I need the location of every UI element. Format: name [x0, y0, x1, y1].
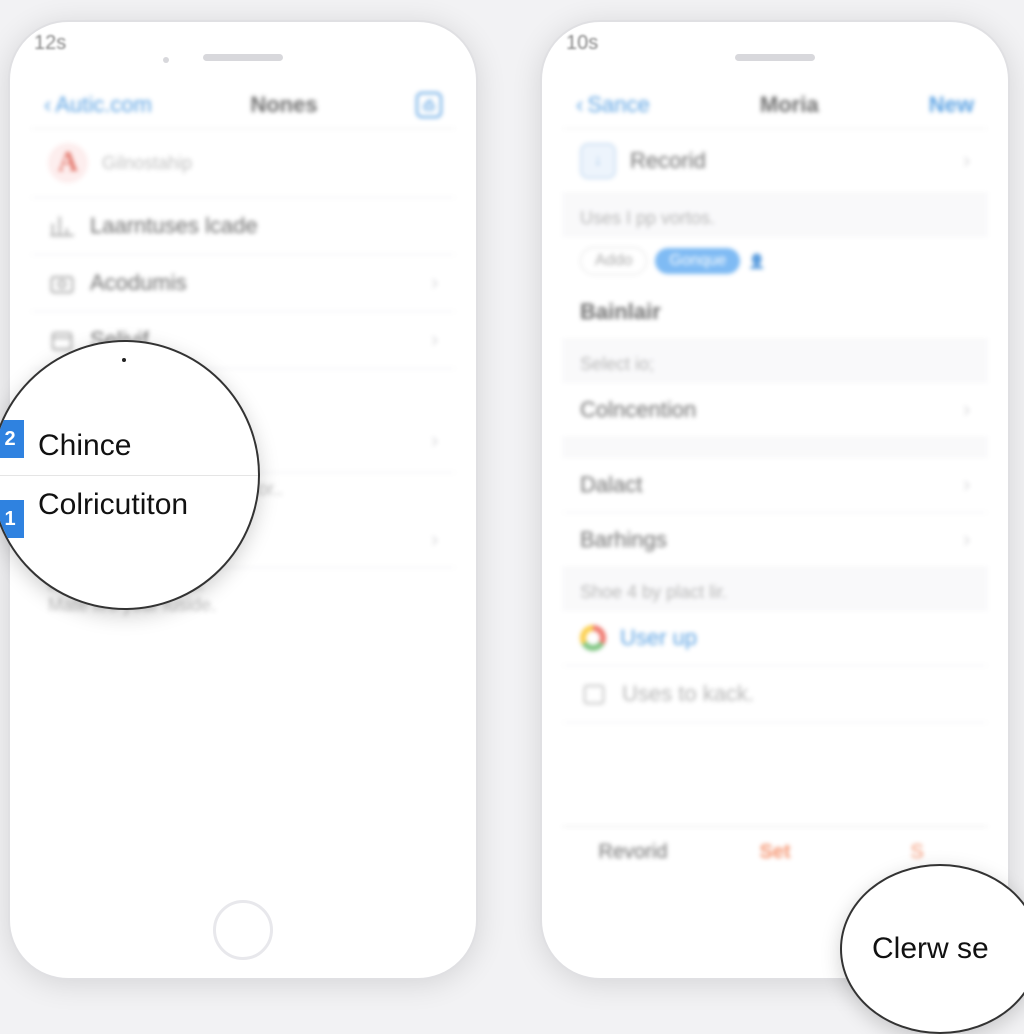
status-time: 10s [566, 32, 598, 55]
brand-avatar-icon: A [48, 143, 88, 183]
camera-dot [163, 57, 169, 63]
recorid-icon: ↓ [580, 143, 616, 179]
back-button[interactable]: ‹ Sance [576, 92, 650, 118]
item-label: Laarntuses lcade [90, 213, 438, 239]
chevron-right-icon: › [431, 272, 438, 295]
nav-title: Nones [250, 92, 317, 118]
nav-action-icon[interactable]: ⎙ [416, 92, 442, 118]
spacer [562, 438, 988, 458]
section-header: Shoe 4 by plact lir. [562, 568, 988, 611]
tab-set[interactable]: Set [704, 827, 846, 878]
list-item[interactable]: Acodumis › [30, 255, 456, 312]
list-item[interactable]: Barhings › [562, 513, 988, 568]
chevron-right-icon: › [963, 150, 970, 173]
badge-2: 2 [0, 420, 24, 458]
list-item[interactable]: Colncention › [562, 383, 988, 438]
speaker [735, 54, 815, 61]
list-item[interactable]: Dalact › [562, 458, 988, 513]
chevron-right-icon: › [431, 329, 438, 352]
pill-gonque[interactable]: Gonque [655, 248, 740, 274]
mag-item-colricutiton[interactable]: Colricutiton [0, 476, 258, 534]
item-label: Dalact [580, 472, 949, 498]
new-button[interactable]: New [929, 92, 974, 118]
brand-subtitle: Gilnostahip [102, 153, 192, 174]
item-label: Colncention [580, 397, 949, 423]
useskack-label: Uses to kack. [622, 681, 970, 707]
camera-icon [48, 269, 76, 297]
back-label: Autic.com [55, 92, 152, 118]
userup-row[interactable]: User up [562, 611, 988, 666]
section-header: Uses I pp vortos. [562, 194, 988, 237]
magnifier-1: 2 1 Chince Colricutiton [0, 340, 260, 610]
mag-item-chince[interactable]: Chince [0, 417, 258, 476]
chevron-right-icon: › [963, 399, 970, 422]
nav-title: Moria [760, 92, 819, 118]
mag-text: Clerw se [842, 920, 1024, 978]
tab-revorid[interactable]: Revorid [562, 827, 704, 878]
navbar: ‹ Sance Moria New [562, 82, 988, 129]
dot-icon [122, 358, 126, 362]
recorid-row[interactable]: ↓ Recorid › [562, 129, 988, 194]
recorid-label: Recorid [630, 148, 949, 174]
back-button[interactable]: ‹ Autic.com [44, 92, 152, 118]
section-header: Select io; [562, 340, 988, 383]
chevron-right-icon: › [963, 529, 970, 552]
home-button[interactable] [213, 900, 273, 960]
bainlair-row[interactable]: Bainlair [562, 285, 988, 340]
magnifier-2: Clerw se [840, 864, 1024, 1034]
chevron-left-icon: ‹ [576, 92, 583, 118]
speaker [203, 54, 283, 61]
bainlair-label: Bainlair [580, 299, 970, 325]
chevron-right-icon: › [431, 529, 438, 552]
screen-right: ‹ Sance Moria New ↓ Recorid › Uses I pp … [562, 82, 988, 878]
phone-right: 10s ‹ Sance Moria New ↓ Recorid › Uses I… [540, 20, 1010, 980]
box-icon [580, 680, 608, 708]
pill-row: Addo Gonque 👤 [562, 237, 988, 285]
badge-1: 1 [0, 500, 24, 538]
useskack-row[interactable]: Uses to kack. [562, 666, 988, 723]
item-label: Barhings [580, 527, 949, 553]
list-item[interactable]: Laarntuses lcade [30, 198, 456, 255]
chrome-icon [580, 625, 606, 651]
item-label: Acodumis [90, 270, 417, 296]
status-time: 12s [34, 32, 66, 55]
userup-label: User up [620, 625, 970, 651]
chevron-right-icon: › [431, 430, 438, 453]
chevron-left-icon: ‹ [44, 92, 51, 118]
navbar: ‹ Autic.com Nones ⎙ [30, 82, 456, 129]
chart-icon [48, 212, 76, 240]
brand-row: A Gilnostahip [30, 129, 456, 198]
person-icon: 👤 [748, 253, 765, 270]
pill-addo[interactable]: Addo [580, 247, 647, 275]
back-label: Sance [587, 92, 649, 118]
chevron-right-icon: › [963, 474, 970, 497]
